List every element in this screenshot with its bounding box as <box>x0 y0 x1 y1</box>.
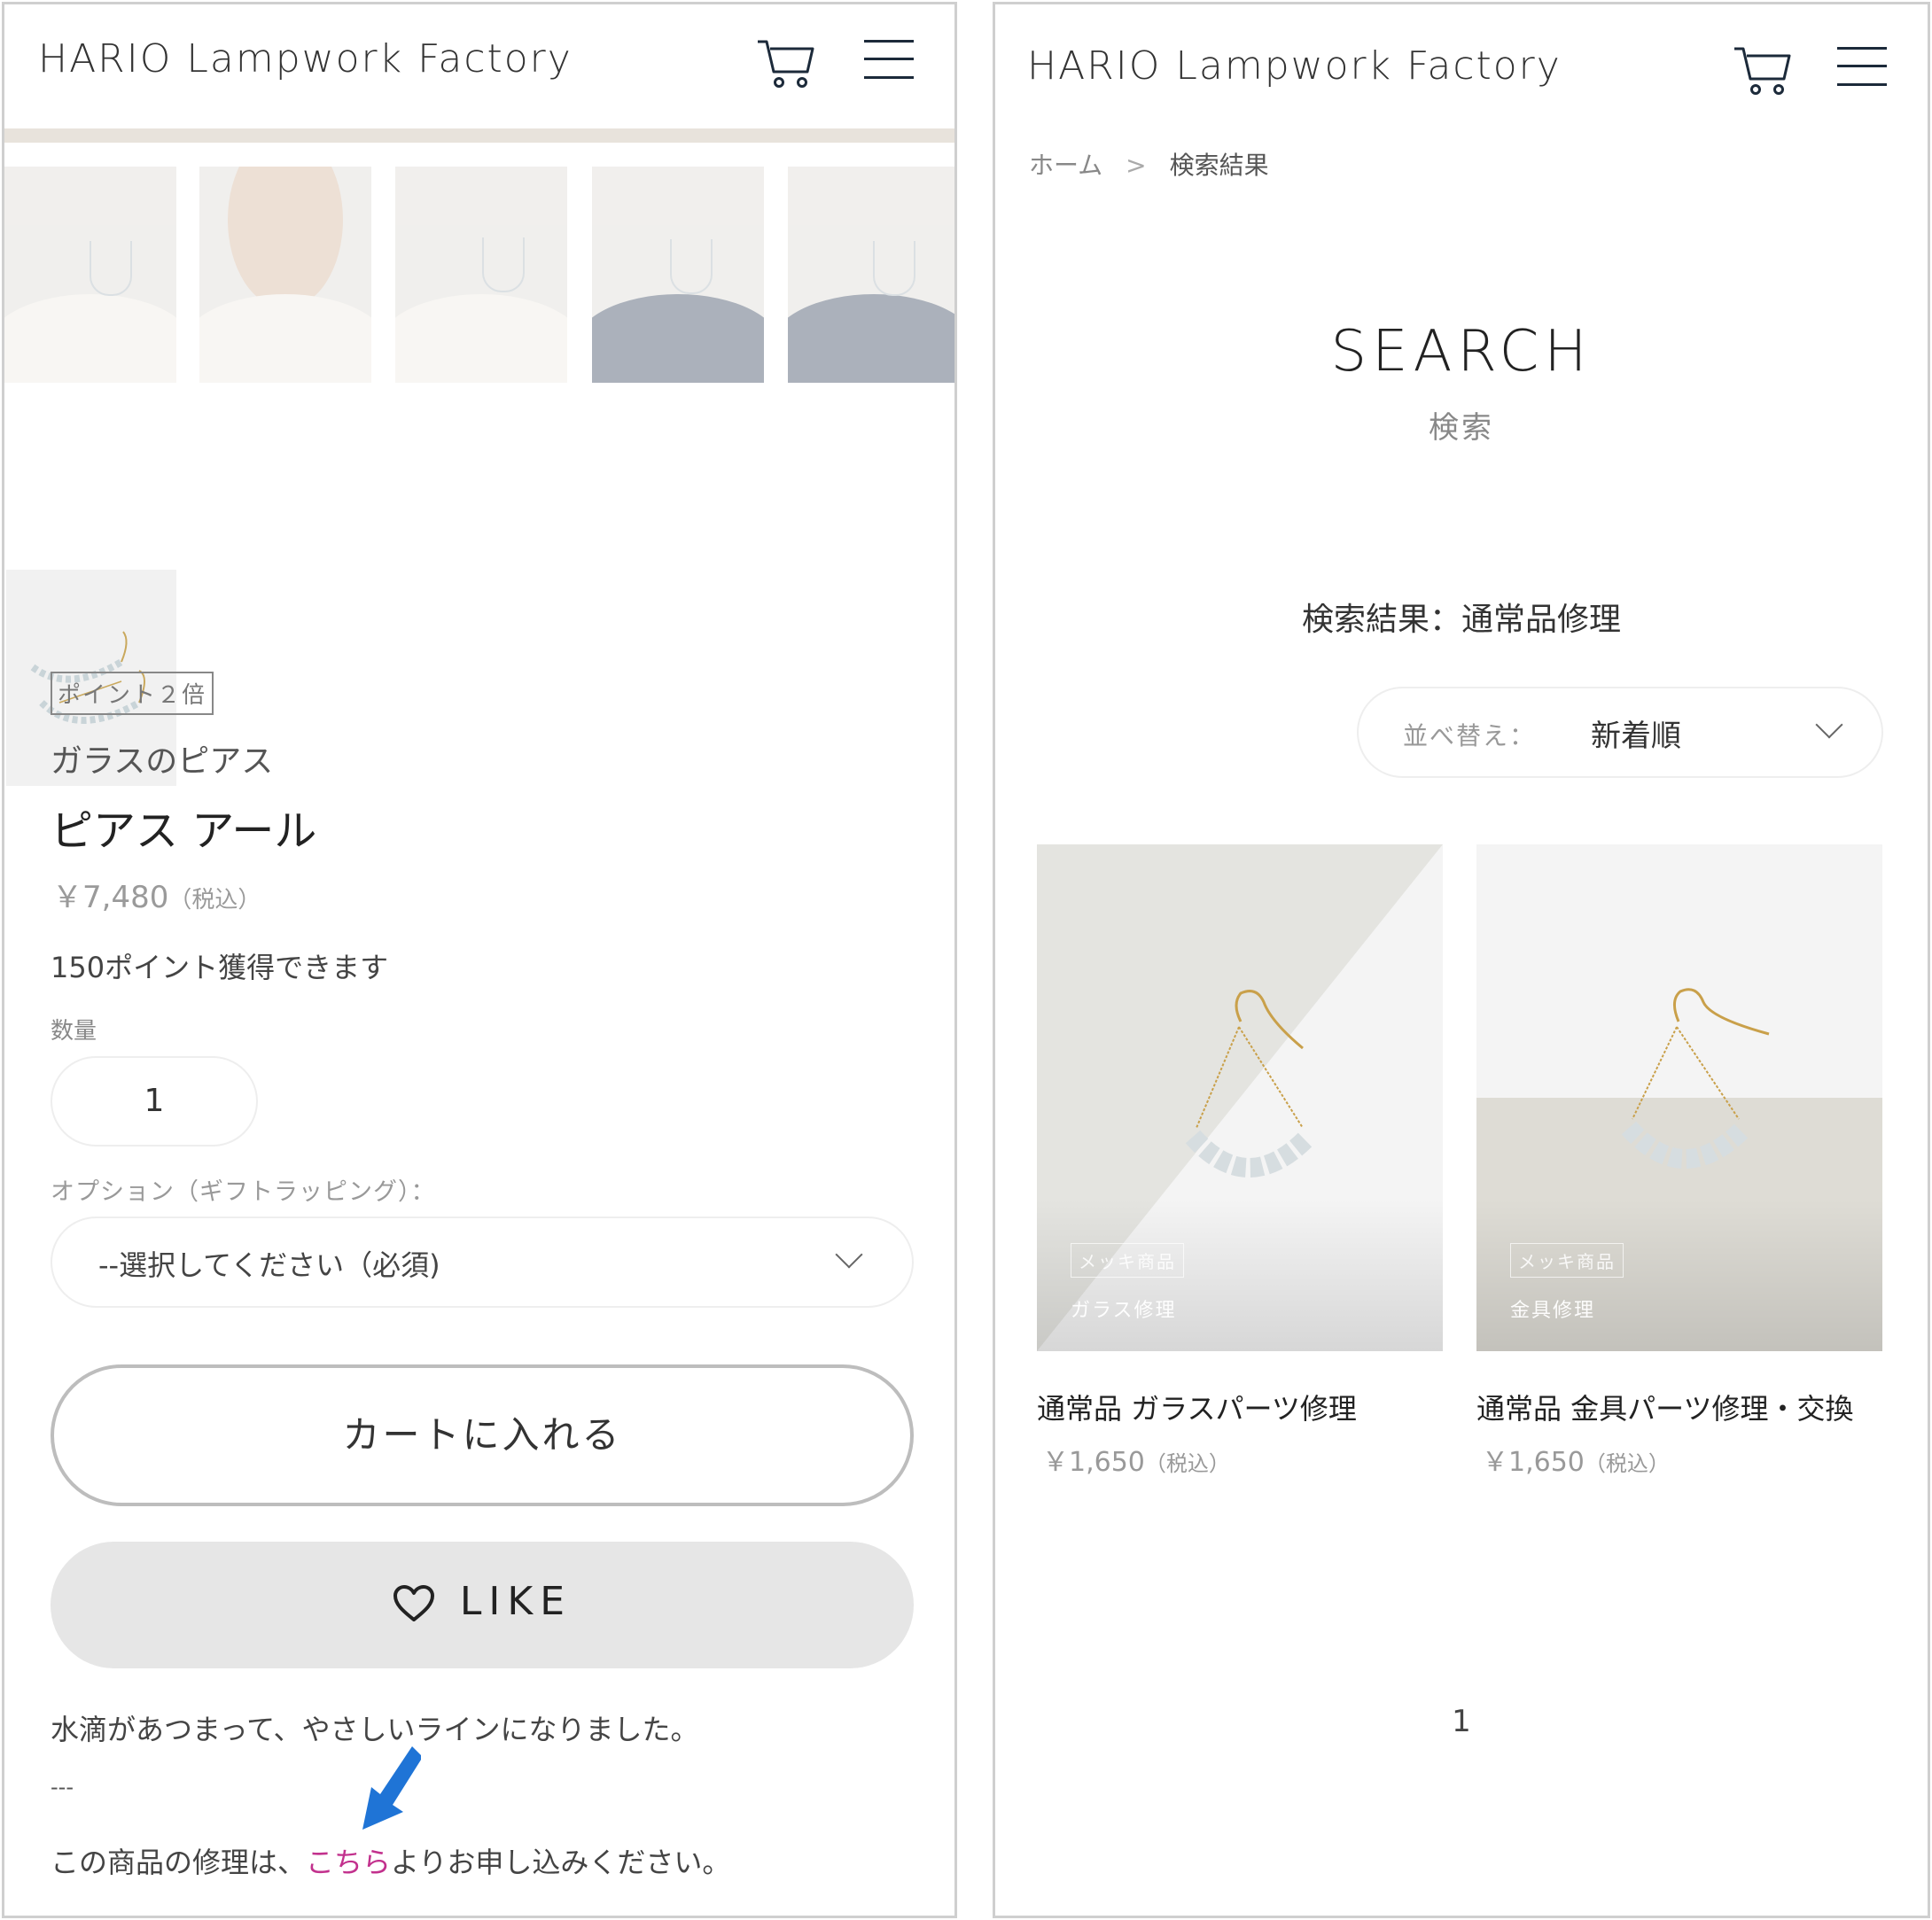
site-header: HARIO Lampwork Factory <box>995 4 1928 128</box>
search-results-screen: HARIO Lampwork Factory ホーム > 検索結果 SEARCH 検… <box>993 2 1930 1918</box>
select-value: --選択してください（必須) <box>98 1248 440 1282</box>
gallery-main-image-edge <box>4 128 954 143</box>
heart-icon <box>393 1585 434 1621</box>
cart-icon[interactable] <box>1733 43 1795 97</box>
repair-note: この商品の修理は、こちらよりお申し込みください。 <box>51 1846 731 1879</box>
product-card[interactable]: メッキ商品 ガラス修理 通常品 ガラスパーツ修理 ￥1,650（税込） <box>1037 844 1443 1478</box>
divider-text: --- <box>51 1775 74 1800</box>
product-image[interactable]: メッキ商品 金具修理 <box>1476 844 1882 1351</box>
product-card[interactable]: メッキ商品 金具修理 通常品 金具パーツ修理・交換 ￥1,650（税込） <box>1476 844 1882 1478</box>
product-tag: メッキ商品 <box>1510 1243 1624 1278</box>
like-label: LIKE <box>459 1579 573 1624</box>
page-subtitle: 検索 <box>1429 410 1494 446</box>
quantity-label: 数量 <box>51 1018 97 1045</box>
product-price: ￥1,650（税込） <box>1042 1447 1230 1478</box>
cart-icon[interactable] <box>756 36 818 89</box>
product-overlay-label: 金具修理 <box>1510 1300 1596 1322</box>
product-tag: メッキ商品 <box>1071 1243 1184 1278</box>
add-to-cart-button[interactable]: カートに入れる <box>51 1364 914 1506</box>
thumbnail-5[interactable] <box>788 167 954 383</box>
thumbnail-4[interactable] <box>592 167 764 383</box>
product-name[interactable]: 通常品 ガラスパーツ修理 <box>1037 1387 1357 1427</box>
product-page-screen: HARIO Lampwork Factory ポイント２倍 ガラスのピアス ピア… <box>2 2 957 1918</box>
like-button[interactable]: LIKE <box>51 1542 914 1668</box>
chevron-down-icon <box>1815 711 1843 739</box>
chevron-down-icon <box>835 1240 863 1269</box>
menu-icon[interactable] <box>864 38 914 81</box>
product-category: ガラスのピアス <box>51 743 274 780</box>
gift-wrapping-select[interactable]: --選択してください（必須) <box>51 1217 914 1308</box>
site-header: HARIO Lampwork Factory <box>4 4 954 128</box>
thumbnail-2[interactable] <box>199 167 371 383</box>
breadcrumb-separator: > <box>1126 151 1147 180</box>
product-price: ￥1,650（税込） <box>1482 1447 1670 1478</box>
breadcrumb-current: 検索結果 <box>1169 151 1269 180</box>
breadcrumb: ホーム > 検索結果 <box>1029 146 1269 182</box>
option-label: オプション（ギフトラッピング）： <box>51 1178 436 1206</box>
thumbnail-3[interactable] <box>395 167 567 383</box>
product-name[interactable]: 通常品 金具パーツ修理・交換 <box>1476 1387 1854 1427</box>
product-overlay-label: ガラス修理 <box>1071 1300 1177 1322</box>
repair-link[interactable]: こちら <box>306 1846 391 1879</box>
thumbnail-1[interactable] <box>4 167 176 383</box>
product-image[interactable]: メッキ商品 ガラス修理 <box>1037 844 1443 1351</box>
search-result-text: 検索結果：通常品修理 <box>1301 602 1621 638</box>
quantity-input[interactable]: 1 <box>51 1056 258 1147</box>
product-name: ピアス アール <box>51 806 317 856</box>
sort-value: 新着順 <box>1591 719 1681 754</box>
product-price: ￥7,480（税込） <box>52 880 261 915</box>
points-badge: ポイント２倍 <box>51 672 214 715</box>
page-title: SEARCH <box>1330 319 1593 385</box>
points-text: 150ポイント獲得できます <box>51 951 389 984</box>
arrow-pointer-icon <box>362 1746 421 1830</box>
breadcrumb-home[interactable]: ホーム <box>1029 151 1102 180</box>
sort-select[interactable]: 並べ替え： 新着順 <box>1357 687 1883 778</box>
site-logo[interactable]: HARIO Lampwork Factory <box>38 36 573 82</box>
site-logo[interactable]: HARIO Lampwork Factory <box>1027 43 1562 89</box>
menu-icon[interactable] <box>1837 45 1887 88</box>
pagination-current[interactable]: 1 <box>995 1704 1928 1739</box>
sort-label: 並べ替え： <box>1403 721 1537 750</box>
